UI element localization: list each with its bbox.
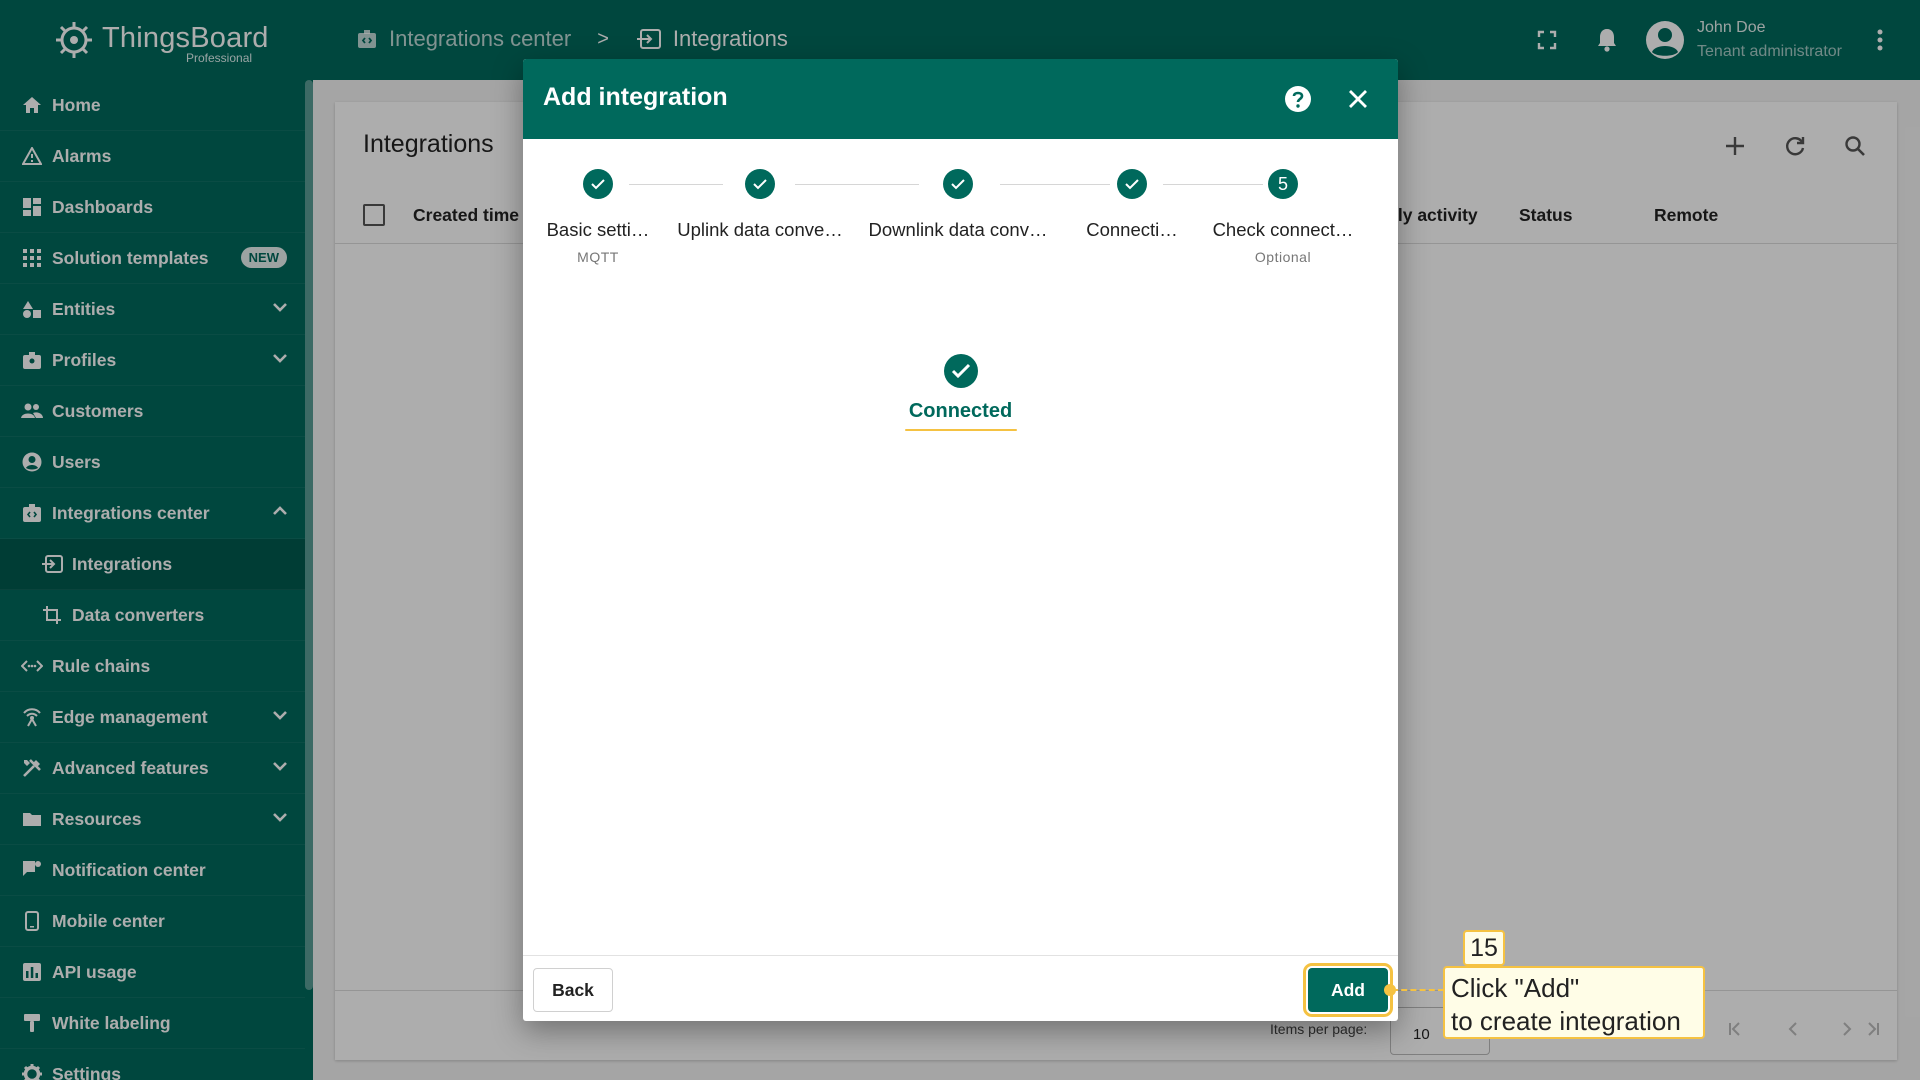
step-sublabel: Optional (1254, 249, 1312, 265)
callout-line-1: Click "Add" (1451, 973, 1580, 1003)
status-text: Connected (908, 400, 1013, 422)
dialog-footer: Back Add (523, 955, 1398, 1021)
callout-step-number: 15 (1463, 930, 1505, 966)
callout-line-2: to create integration (1451, 1006, 1681, 1036)
step-label: Downlink data conv… (868, 219, 1048, 240)
step-check-connection[interactable]: 5 Check connect… Optional (1205, 169, 1361, 265)
add-button[interactable]: Add (1303, 963, 1393, 1017)
check-icon (943, 169, 973, 199)
dialog-header: Add integration (523, 59, 1398, 139)
status-highlight (904, 429, 1017, 431)
help-icon[interactable] (1278, 79, 1318, 119)
check-icon (1117, 169, 1147, 199)
step-label: Check connect… (1212, 219, 1354, 240)
add-integration-dialog: Add integration Basic setti… MQTT Uplink… (523, 59, 1398, 1021)
callout-connector (1392, 989, 1444, 991)
callout-box: Click "Add" to create integration (1443, 966, 1705, 1039)
step-label: Connecti… (1086, 219, 1178, 240)
check-circle-icon (943, 354, 978, 388)
step-label: Uplink data conve… (677, 219, 843, 240)
step-basic-settings[interactable]: Basic setti… MQTT (531, 169, 665, 265)
step-label: Basic setti… (546, 219, 650, 240)
connection-status: Connected (523, 354, 1398, 431)
step-sublabel: MQTT (577, 249, 619, 265)
check-icon (583, 169, 613, 199)
step-downlink-converter[interactable]: Downlink data conv… (868, 169, 1048, 241)
stepper: Basic setti… MQTT Uplink data conve… Dow… (523, 139, 1398, 279)
step-uplink-converter[interactable]: Uplink data conve… (675, 169, 845, 241)
step-connection[interactable]: Connecti… (1085, 169, 1179, 241)
check-icon (745, 169, 775, 199)
close-icon[interactable] (1338, 79, 1378, 119)
back-button[interactable]: Back (533, 968, 613, 1012)
dialog-title: Add integration (543, 83, 728, 111)
step-number: 5 (1268, 169, 1298, 199)
